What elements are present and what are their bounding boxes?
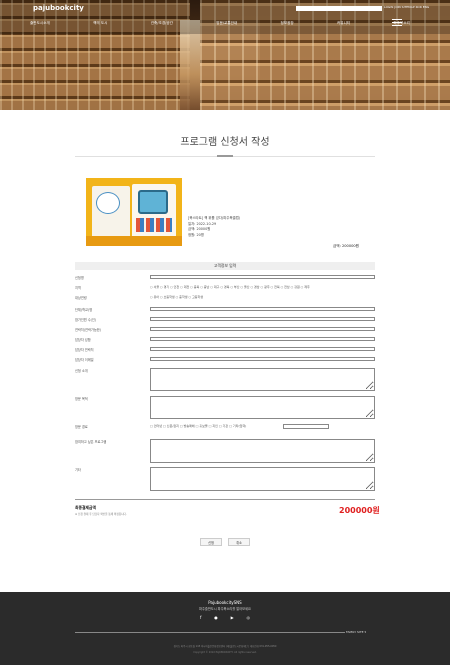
tv-illustration — [138, 190, 168, 214]
label-request: 신청 소개 — [75, 369, 88, 373]
hero-banner: pajubookcity LOGIN JOIN SITEMAP KOR ENG … — [0, 0, 450, 110]
total-label: 최종결제금액 — [75, 505, 96, 510]
visit-route-etc-input[interactable] — [283, 424, 329, 429]
target-radio-group[interactable]: ○ 유아 ○ 초등학생 ○ 중학생 ○ 고등학생 — [150, 295, 203, 299]
program-seats: 정원: 20명 — [188, 232, 204, 237]
total-amount: 200000원 — [339, 506, 380, 515]
program-thumbnail — [86, 178, 182, 246]
leader-count-input[interactable] — [150, 317, 375, 321]
main-nav: 출판도시소개 책의 도시 건축/조경/공간 방문/교통안내 정보광장 커뮤니티 … — [30, 21, 410, 26]
speech-bubble-illustration — [96, 192, 120, 214]
total-divider — [75, 499, 375, 500]
form-header: 고객정보 입력 — [75, 262, 375, 270]
youtube-icon[interactable]: ▶ — [231, 615, 234, 620]
label-target: 대상연령 — [75, 296, 87, 300]
label-name: 신청명 — [75, 276, 84, 280]
label-other-program: 참여하고 싶은 프로그램 — [75, 440, 107, 444]
total-note: ※ 신청 결제 후 담당자 확인을 통해 확정됩니다. — [75, 513, 127, 516]
program-price: 금액: 200000원 — [333, 244, 359, 248]
sns-links: f ● ▶ ◎ — [200, 615, 250, 620]
contact-name-input[interactable] — [150, 337, 375, 341]
visit-purpose-textarea[interactable] — [150, 396, 375, 419]
phone-input[interactable] — [150, 327, 375, 331]
program-info: [북스타트] 책 위를 걷다(파주북클럽) 일자: 2022-10-29 금액:… — [188, 216, 240, 238]
nav-item-about[interactable]: 출판도시소개 — [30, 21, 50, 26]
label-contact-email: 담당자 이메일 — [75, 358, 94, 362]
region-radio-group[interactable]: ○ 서울 ○ 경기 ○ 인천 ○ 대전 ○ 충북 ○ 충남 ○ 대구 ○ 경북 … — [150, 285, 310, 289]
other-program-textarea[interactable] — [150, 439, 375, 463]
submit-button[interactable]: 신청 — [200, 538, 222, 546]
search-input[interactable] — [296, 6, 382, 11]
nav-item-architecture[interactable]: 건축/조경/공간 — [151, 21, 173, 26]
family-site-select[interactable]: FAMILY SITE ▾ — [346, 630, 366, 634]
nav-item-info[interactable]: 정보광장 — [280, 21, 293, 26]
hamburger-menu-icon[interactable] — [392, 19, 402, 26]
request-textarea[interactable] — [150, 368, 375, 391]
label-contact-phone: 담당자 연락처 — [75, 348, 94, 352]
footer-address: 경기도 파주시 회동길 145 아시아출판문화정보센터 (재)출판도시문화재단 … — [173, 645, 277, 648]
page-title: 프로그램 신청서 작성 — [180, 137, 270, 148]
label-visit-route: 방문 경로 — [75, 425, 88, 429]
footer-title: PajubookcitySNS — [208, 600, 242, 605]
visit-route-checkbox-group[interactable]: □ 인터넷 □ 신문/잡지 □ 방송매체 □ 홍보물 □ 지인 □ 기관 □ 기… — [150, 424, 246, 428]
label-contact-name: 담당자 성함 — [75, 338, 91, 342]
etc-textarea[interactable] — [150, 467, 375, 491]
name-input[interactable] — [150, 275, 375, 279]
util-links[interactable]: LOGIN JOIN SITEMAP KOR ENG — [384, 5, 429, 9]
footer-subtitle: 파주출판도시 파주북소리를 알아보세요 — [199, 607, 251, 611]
nav-item-community[interactable]: 커뮤니티 — [337, 21, 350, 26]
site-logo[interactable]: pajubookcity — [33, 4, 84, 12]
footer-divider — [75, 632, 345, 633]
label-region: 지역 — [75, 286, 81, 290]
nav-item-book-city[interactable]: 책의 도시 — [93, 21, 107, 26]
label-leader-count: 참가인원 수(인) — [75, 318, 97, 322]
instagram-icon[interactable]: ◎ — [246, 615, 250, 620]
label-phone: 연락처(연락가능한) — [75, 328, 101, 332]
footer-copyright: Copyright © 2022 PAJUBOOKCITY. All right… — [193, 651, 257, 654]
program-name: [북스타트] 책 위를 걷다(파주북클럽) — [188, 216, 241, 220]
children-illustration — [136, 218, 172, 232]
nav-item-visit[interactable]: 방문/교통안내 — [216, 21, 237, 26]
label-visit-purpose: 방문 목적 — [75, 397, 88, 401]
title-accent — [217, 155, 233, 157]
footer: PajubookcitySNS 파주출판도시 파주북소리를 알아보세요 f ● … — [0, 592, 450, 665]
blog-icon[interactable]: ● — [214, 615, 218, 620]
group-name-input[interactable] — [150, 307, 375, 311]
label-etc: 기타 — [75, 468, 81, 472]
cancel-button[interactable]: 취소 — [228, 538, 250, 546]
facebook-icon[interactable]: f — [200, 615, 201, 620]
label-group-name: 단체(학교)명 — [75, 308, 93, 312]
contact-email-input[interactable] — [150, 357, 375, 361]
contact-phone-input[interactable] — [150, 347, 375, 351]
